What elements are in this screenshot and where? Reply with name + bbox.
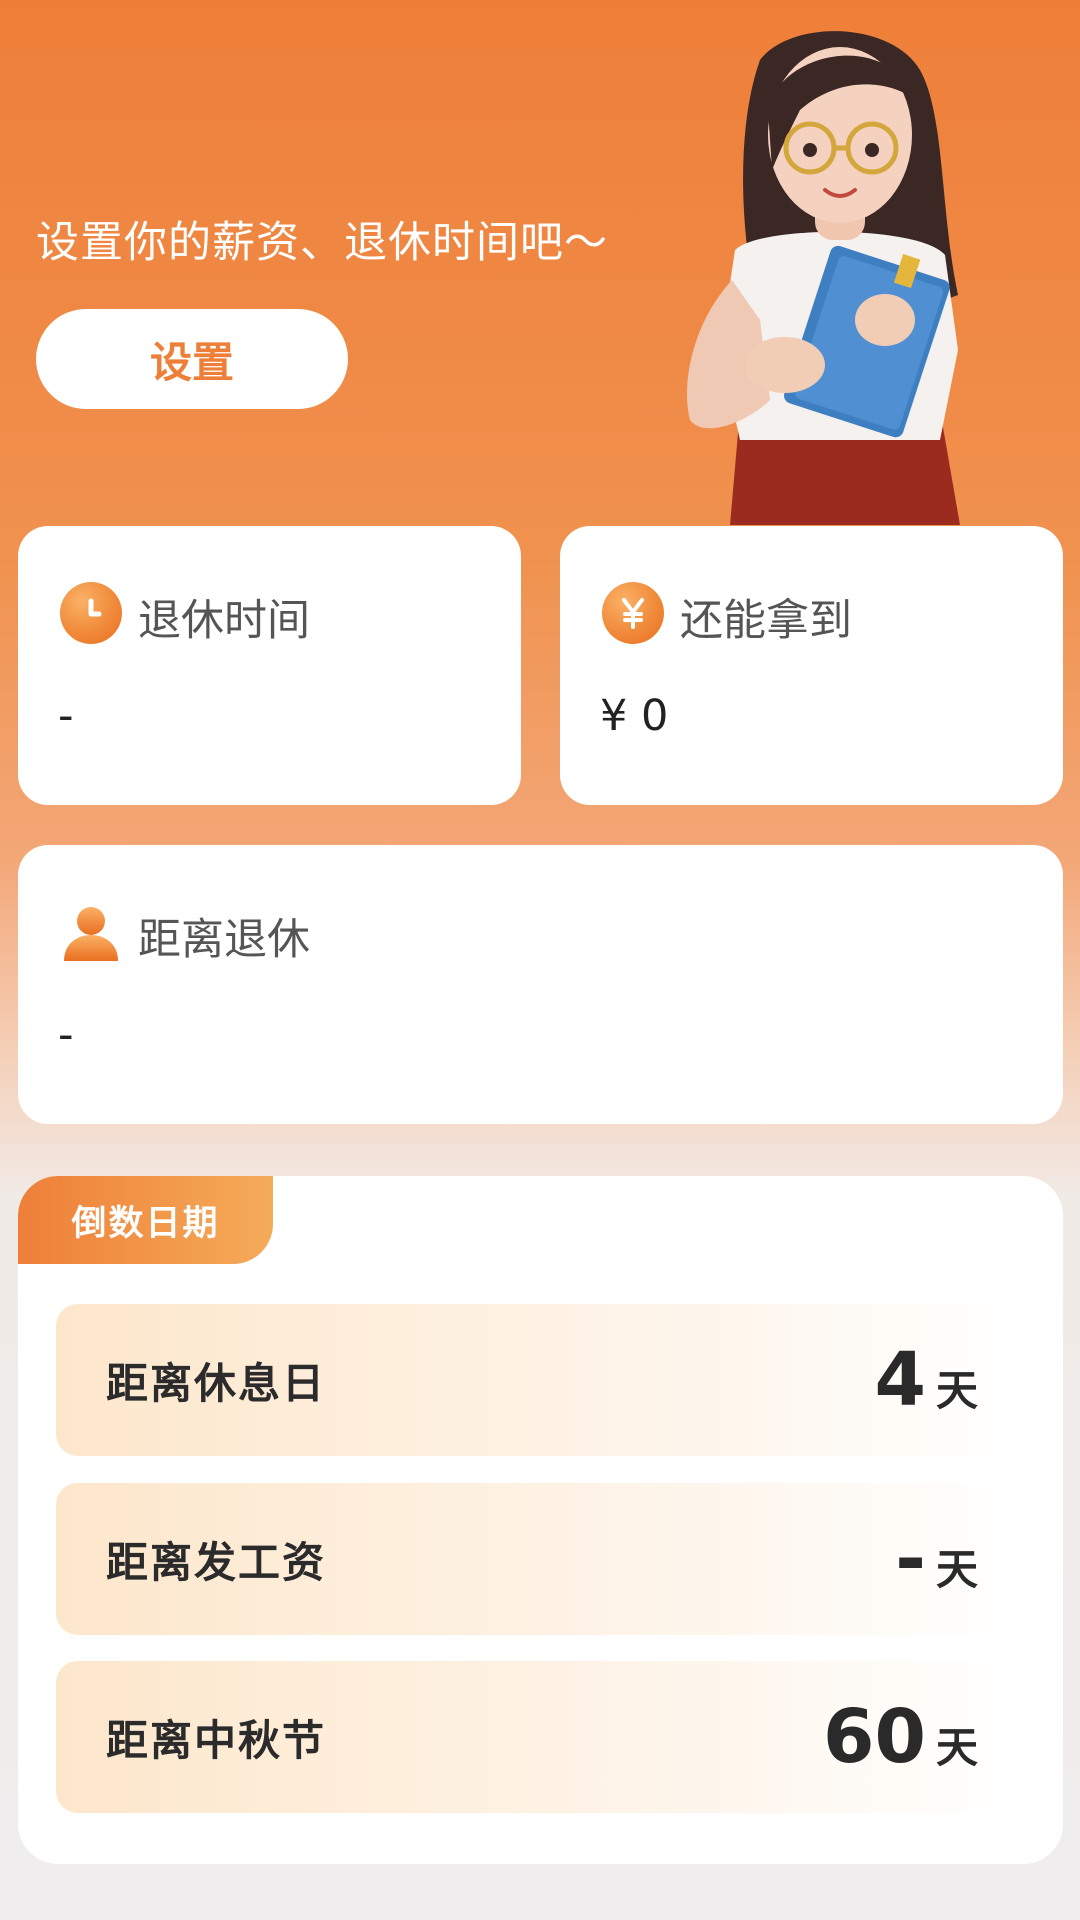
clock-icon [60,582,122,644]
retire-time-card: 退休时间 - [18,526,521,805]
countdown-row-number: 4 [874,1337,926,1423]
countdown-row-value-group: 60 天 [823,1661,978,1813]
countdown-row-number: 60 [823,1694,926,1780]
countdown-row-label: 距离中秋节 [106,1715,327,1765]
countdown-row-unit: 天 [935,1544,978,1594]
countdown-retire-value: - [58,1010,74,1060]
countdown-row-unit: 天 [935,1365,978,1415]
countdown-tab: 倒数日期 [18,1176,273,1264]
countdown-row-label: 距离发工资 [106,1537,327,1587]
countdown-row-weekend: 距离休息日 4 天 [56,1304,1026,1456]
remaining-salary-value: ¥ 0 [600,691,669,741]
countdown-row-label: 距离休息日 [106,1358,327,1408]
countdown-retire-card: 距离退休 - [18,845,1063,1124]
character-illustration [686,31,960,525]
hero-prompt-text: 设置你的薪资、退休时间吧～ [36,218,608,268]
countdown-retire-title: 距离退休 [138,915,310,965]
retire-time-value: - [58,691,74,741]
countdown-row-value-group: - 天 [895,1483,978,1635]
countdown-row-unit: 天 [935,1722,978,1772]
countdown-row-value-group: 4 天 [874,1304,978,1456]
yen-icon [602,582,664,644]
setup-button[interactable]: 设置 [36,309,348,409]
countdown-row-mid-autumn: 距离中秋节 60 天 [56,1661,1026,1813]
countdown-panel: 倒数日期 距离休息日 4 天 距离发工资 - 天 距离中秋节 60 天 [18,1176,1063,1864]
remaining-salary-title: 还能拿到 [680,596,852,646]
countdown-row-number: - [895,1516,926,1602]
countdown-row-payday: 距离发工资 - 天 [56,1483,1026,1635]
remaining-salary-card: 还能拿到 ¥ 0 [560,526,1063,805]
retire-time-title: 退休时间 [138,596,310,646]
person-icon [60,901,122,963]
